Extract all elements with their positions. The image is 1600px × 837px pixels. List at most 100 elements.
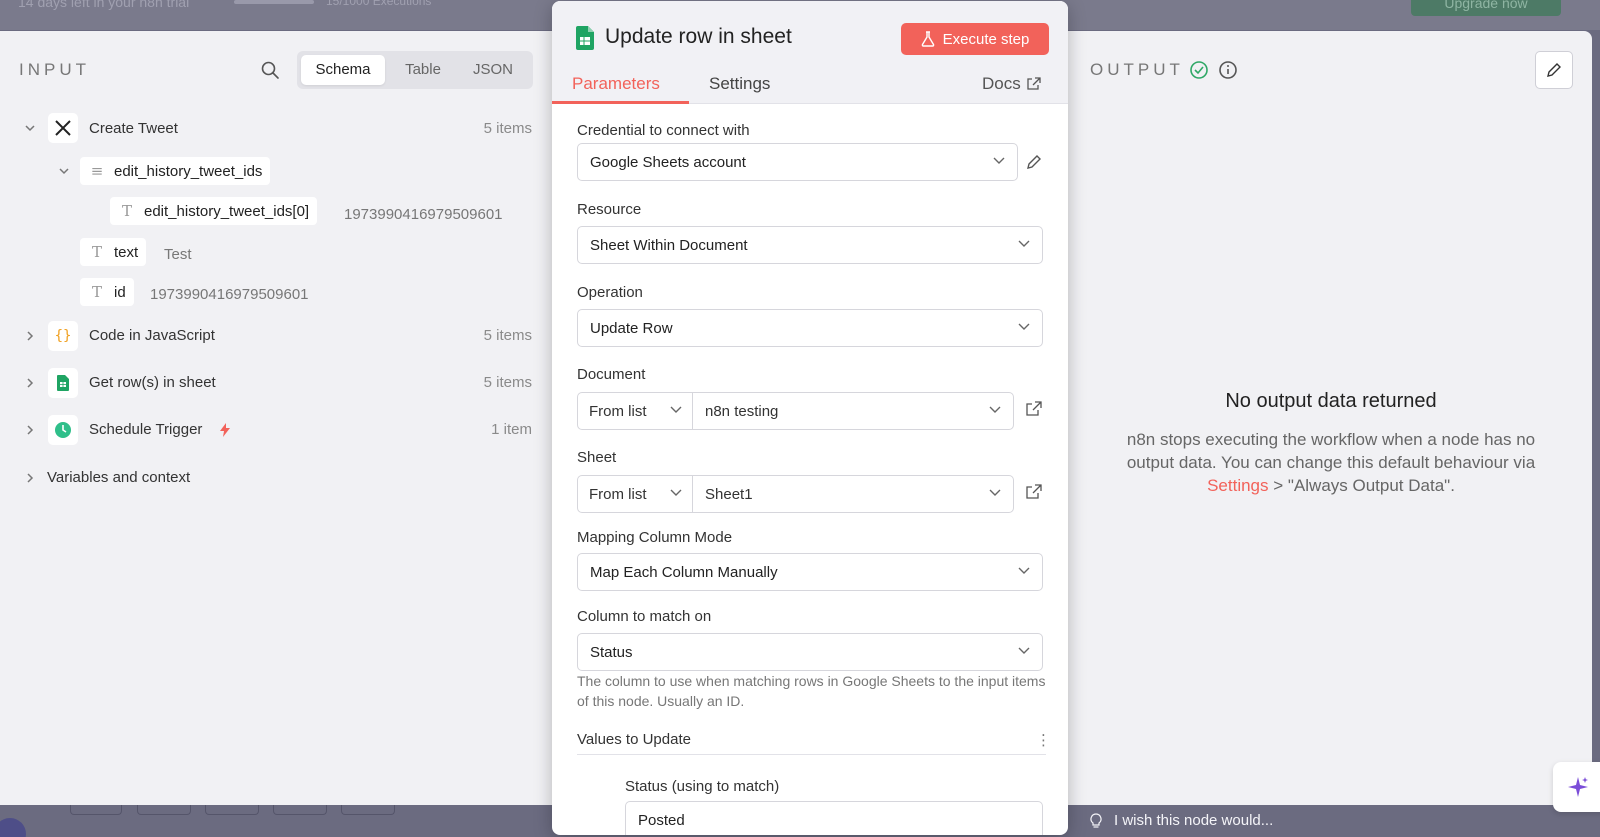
sheet-label: Sheet [577,449,617,466]
canvas-node [205,805,259,815]
document-value-select[interactable]: n8n testing [694,393,1013,429]
trial-notice: 14 days left in your n8n trial [18,0,190,10]
field-label: id [114,283,126,301]
canvas-node [273,805,327,815]
search-icon[interactable] [260,60,280,80]
mapping-mode-label: Mapping Column Mode [577,529,733,546]
execute-step-button[interactable]: Execute step [901,23,1049,55]
credential-select[interactable]: Google Sheets account [577,143,1018,181]
status-field-label: Status (using to match) [625,778,780,795]
ai-assistant-button[interactable] [1553,762,1600,812]
node-label: Code in JavaScript [89,327,215,344]
input-title: INPUT [19,60,90,79]
field-label: edit_history_tweet_ids[0] [144,202,310,220]
document-mode-select[interactable]: From list [578,393,693,429]
view-schema[interactable]: Schema [301,55,385,85]
select-value: Update Row [590,319,673,337]
pencil-icon[interactable] [1026,154,1042,170]
field-id[interactable]: T id [80,278,134,306]
item-count: 5 items [483,120,532,137]
resource-select[interactable]: Sheet Within Document [577,226,1043,264]
upgrade-button[interactable]: Upgrade now [1411,0,1561,16]
field-edit-history-item[interactable]: T edit_history_tweet_ids[0] [110,197,318,225]
chevron-right-icon[interactable] [24,472,36,484]
google-sheets-icon [48,368,78,398]
match-column-label: Column to match on [577,608,712,625]
select-value: From list [589,402,647,420]
section-divider [577,754,1046,755]
document-label: Document [577,366,646,383]
lightbulb-icon [1090,812,1102,828]
no-output-text: n8n stops executing the workflow when a … [1126,430,1536,472]
active-tab-indicator [552,101,689,104]
field-value: 1973990416979509601 [344,206,503,223]
field-edit-history[interactable]: ≡ edit_history_tweet_ids [80,157,271,185]
values-to-update-title: Values to Update [577,731,691,748]
canvas-node [341,805,395,815]
chevron-down-icon [989,489,1001,496]
external-link-icon[interactable] [1026,401,1042,417]
upgrade-label: Upgrade now [1444,0,1528,11]
operation-select[interactable]: Update Row [577,309,1043,347]
select-value: Map Each Column Manually [590,563,778,581]
view-table[interactable]: Table [389,55,457,85]
view-json[interactable]: JSON [459,55,527,85]
chevron-down-icon [993,157,1005,164]
executions-count: 15/1000 Executions [326,0,432,8]
mapping-mode-select[interactable]: Map Each Column Manually [577,553,1043,591]
variables-label: Variables and context [47,469,191,486]
sheet-mode-select[interactable]: From list [578,476,693,512]
status-field-input[interactable]: Posted [625,801,1043,835]
flask-icon [921,31,934,47]
chevron-down-icon [1018,647,1030,654]
chevron-right-icon[interactable] [24,330,36,342]
chevron-down-icon[interactable] [24,122,36,134]
credential-label: Credential to connect with [577,122,750,139]
no-output-text-end: > "Always Output Data". [1268,476,1455,495]
text-type-icon: T [91,283,102,301]
match-column-hint: The column to use when matching rows in … [577,673,1046,709]
node-parameters-dialog: Update row in sheet Execute step Paramet… [552,1,1068,835]
chevron-right-icon[interactable] [24,424,36,436]
canvas-node [137,805,191,815]
code-braces-icon: {} [48,321,78,351]
select-value: From list [589,485,647,503]
docs-link[interactable]: Docs [982,74,1041,94]
chevron-down-icon [670,489,682,496]
output-title: OUTPUT [1090,60,1184,79]
clock-icon [48,415,78,445]
select-value: Sheet1 [705,485,753,503]
node-label: Schedule Trigger [89,421,203,438]
field-value: Test [164,246,192,263]
sheet-selector: From list Sheet1 [577,475,1014,513]
feedback-link[interactable]: I wish this node would... [1090,812,1273,829]
match-column-select[interactable]: Status [577,633,1043,671]
tab-settings[interactable]: Settings [709,74,770,94]
trial-progress-bar [234,0,314,4]
input-value: Posted [638,811,685,829]
dialog-title: Update row in sheet [605,25,792,48]
chevron-down-icon[interactable] [58,165,70,177]
settings-link[interactable]: Settings [1207,476,1268,495]
sparkle-icon [1568,777,1588,797]
docs-label: Docs [982,74,1021,93]
feedback-label: I wish this node would... [1114,812,1274,829]
node-label: Get row(s) in sheet [89,374,216,391]
execute-label: Execute step [942,30,1030,48]
external-link-icon[interactable] [1026,484,1042,500]
lightning-icon [220,423,230,437]
field-text[interactable]: T text [80,238,147,266]
tab-parameters[interactable]: Parameters [572,74,660,94]
chevron-right-icon[interactable] [24,377,36,389]
chevron-down-icon [1018,323,1030,330]
field-label: text [114,243,139,261]
dialog-header: Update row in sheet Execute step Paramet… [552,1,1068,104]
canvas-node [70,805,122,815]
text-type-icon: T [91,243,102,261]
item-count: 5 items [483,374,532,391]
document-selector: From list n8n testing [577,392,1014,430]
more-options-icon[interactable]: ⋮ [1036,731,1051,749]
edit-output-button[interactable] [1535,51,1573,89]
info-icon[interactable] [1218,60,1238,80]
sheet-value-select[interactable]: Sheet1 [694,476,1013,512]
